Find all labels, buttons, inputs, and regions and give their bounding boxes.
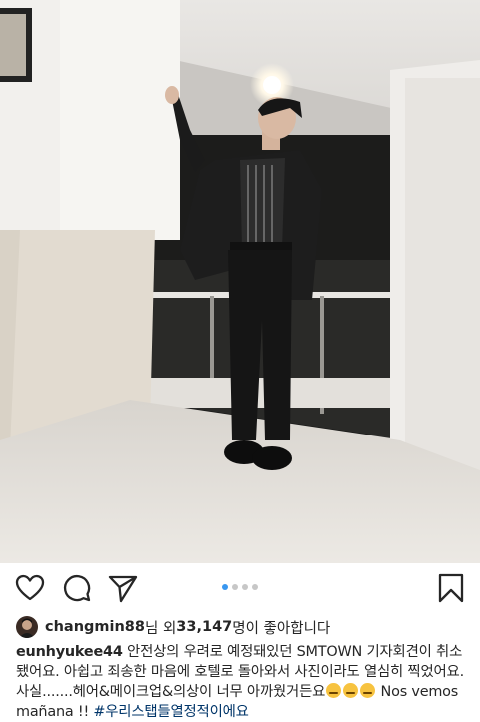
caption-username[interactable]: eunhyukee44 [16,644,123,660]
likes-tail: 명이 좋아합니다 [232,620,331,637]
tired-face-emoji [343,683,359,698]
post-photo[interactable] [0,0,480,563]
likes-count[interactable]: 33,147 [176,619,232,635]
hashtag-link[interactable]: #우리스탭들열정적이에요 [93,704,248,720]
likes-summary: changmin88 님 외 33,147 명이 좋아합니다 [16,614,466,640]
photo-scene [0,0,480,563]
carousel-dot [242,584,248,590]
rolling-laugh-emoji [326,683,342,698]
carousel-pagination [0,584,480,592]
liker-username[interactable]: changmin88 [45,619,145,635]
carousel-dot [252,584,258,590]
likes-rest: 님 외 [145,620,177,637]
zany-face-emoji [360,683,376,698]
avatar[interactable] [16,616,38,638]
carousel-dot [222,584,228,590]
carousel-dot [232,584,238,590]
post-caption: eunhyukee44 안전상의 우려로 예정돼있던 SMTOWN 기자회견이 … [16,642,472,722]
